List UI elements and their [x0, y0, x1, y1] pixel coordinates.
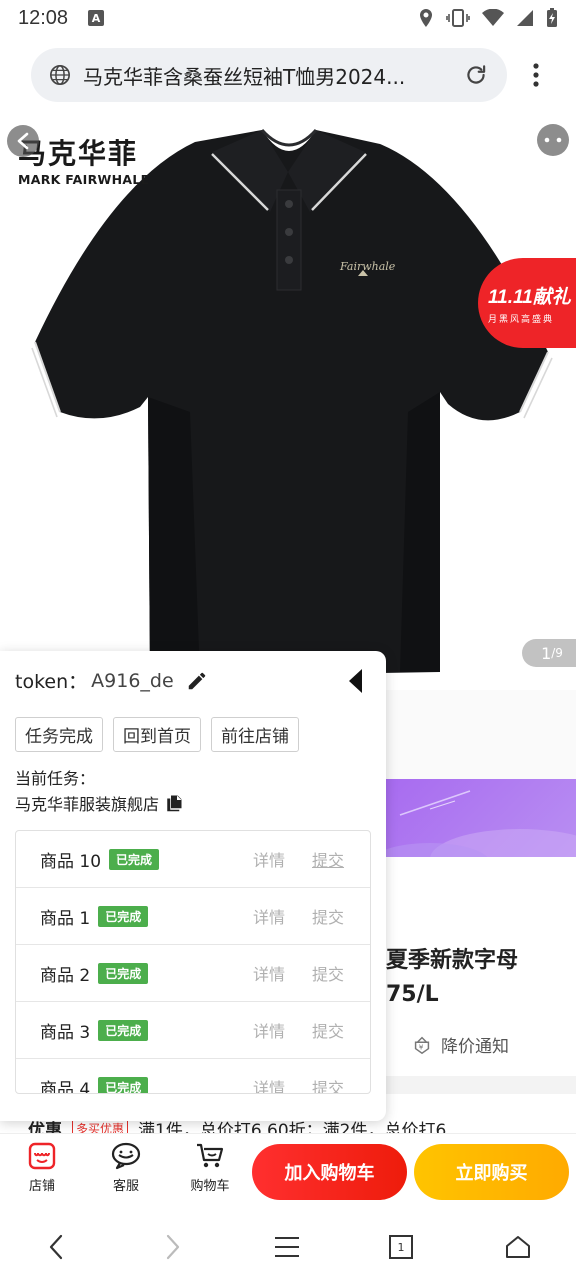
a-icon: A — [88, 10, 105, 26]
nav-tabs-button[interactable]: 1 — [381, 1230, 421, 1264]
current-task-label: 当前任务： — [15, 769, 96, 788]
svg-text:Fairwhale: Fairwhale — [339, 260, 396, 273]
go-to-store-button[interactable]: 前往店铺 — [211, 717, 299, 752]
task-list: 商品 10 已完成 详情 提交 商品 1 已完成 详情 提交 商品 2 已完成 … — [15, 830, 371, 1094]
reload-icon[interactable] — [463, 62, 489, 88]
app-root: 12:08 A 马克华菲含桑蚕丝短袖T恤男2024... Fairwhale 马… — [0, 0, 576, 1280]
promo-subtitle: 月黑风高盛典 — [488, 314, 555, 325]
back-arrow-icon — [49, 1234, 63, 1260]
task-detail-link[interactable]: 详情 — [253, 961, 285, 985]
svg-text:¥: ¥ — [419, 1042, 424, 1051]
panel-button-row: 任务完成 回到首页 前往店铺 — [15, 717, 299, 752]
service-label: 客服 — [112, 1179, 139, 1194]
product-title-partial: 夏季新款字母 75/L — [386, 944, 518, 1012]
menu-icon — [275, 1237, 299, 1257]
polo-shirt-image: Fairwhale — [31, 128, 553, 677]
add-to-cart-button[interactable]: 加入购物车 — [252, 1144, 407, 1200]
task-status-badge: 已完成 — [109, 848, 160, 870]
copy-icon[interactable] — [165, 794, 183, 812]
token-row: token： A916_de — [15, 667, 208, 694]
back-home-button[interactable]: 回到首页 — [113, 717, 201, 752]
task-status-badge: 已完成 — [98, 905, 149, 927]
token-value: A916_de — [91, 669, 174, 692]
more-vertical-icon[interactable] — [527, 60, 545, 90]
wifi-icon — [482, 9, 504, 26]
more-horizontal-icon — [544, 137, 562, 143]
cart-button[interactable]: 购物车 — [180, 1142, 240, 1194]
task-item-name: 商品 4 — [40, 1079, 91, 1094]
task-detail-link[interactable]: 详情 — [253, 904, 285, 928]
task-detail-link[interactable]: 详情 — [253, 847, 285, 871]
status-icons — [418, 8, 558, 28]
cart-icon — [197, 1143, 224, 1168]
browser-nav-bar: 1 — [0, 1214, 576, 1280]
image-counter: 1/9 — [522, 639, 576, 667]
task-item-name: 商品 10 — [40, 851, 102, 872]
nav-back-button[interactable] — [36, 1230, 76, 1264]
price-notice-label: 降价通知 — [441, 1037, 509, 1057]
product-title-line2: 75/L — [386, 982, 439, 1007]
task-submit-link[interactable]: 提交 — [312, 904, 344, 928]
price-notice-button[interactable]: ¥ 降价通知 — [411, 1032, 509, 1057]
task-status-badge: 已完成 — [98, 1076, 149, 1093]
current-task-value: 马克华菲服装旗舰店 — [15, 791, 183, 815]
location-icon — [420, 9, 432, 27]
promo-badge[interactable]: 11.11献礼 月黑风高盛典 — [478, 258, 576, 348]
signal-icon — [517, 10, 533, 26]
brand-name-en: MARK FAIRWHALE — [18, 172, 150, 187]
tab-count: 1 — [397, 1240, 405, 1254]
task-item: 商品 1 已完成 详情 提交 — [16, 888, 370, 945]
action-bar: 店铺 客服 购物车 加入购物车 立即购买 — [0, 1133, 576, 1209]
shop-label: 店铺 — [28, 1179, 55, 1194]
url-text[interactable]: 马克华菲含桑蚕丝短袖T恤男2024... — [83, 61, 463, 90]
task-item: 商品 4 已完成 详情 提交 — [16, 1059, 370, 1094]
buy-now-button[interactable]: 立即购买 — [414, 1144, 569, 1200]
status-bar: 12:08 A — [0, 0, 576, 36]
task-submit-link[interactable]: 提交 — [312, 847, 344, 871]
edit-icon[interactable] — [186, 670, 208, 692]
shop-icon — [28, 1142, 56, 1170]
battery-icon — [547, 8, 557, 27]
nav-forward-button[interactable] — [153, 1230, 193, 1264]
customer-service-button[interactable]: 客服 — [96, 1142, 156, 1194]
task-detail-link[interactable]: 详情 — [253, 1075, 285, 1093]
task-submit-link[interactable]: 提交 — [312, 1075, 344, 1093]
promo-title: 11.11献礼 — [488, 286, 571, 308]
task-item: 商品 10 已完成 详情 提交 — [16, 831, 370, 888]
url-bar[interactable]: 马克华菲含桑蚕丝短袖T恤男2024... — [31, 48, 507, 102]
task-status-badge: 已完成 — [98, 1019, 149, 1041]
task-submit-link[interactable]: 提交 — [312, 961, 344, 985]
forward-arrow-icon — [166, 1234, 180, 1260]
task-item-name: 商品 3 — [40, 1022, 91, 1043]
task-item: 商品 2 已完成 详情 提交 — [16, 945, 370, 1002]
vibrate-icon — [446, 9, 470, 27]
nav-home-button[interactable] — [498, 1230, 538, 1264]
status-time: 12:08 — [18, 6, 69, 29]
task-status-badge: 已完成 — [98, 962, 149, 984]
chat-icon — [111, 1142, 141, 1170]
task-item-name: 商品 1 — [40, 908, 91, 929]
shop-button[interactable]: 店铺 — [12, 1142, 72, 1194]
globe-icon — [50, 65, 70, 85]
image-counter-total: /9 — [551, 646, 563, 660]
cart-label: 购物车 — [190, 1179, 230, 1194]
task-item-name: 商品 2 — [40, 965, 91, 986]
task-submit-link[interactable]: 提交 — [312, 1018, 344, 1042]
more-button[interactable] — [537, 124, 569, 156]
token-label: token： — [15, 671, 88, 693]
nav-menu-button[interactable] — [267, 1230, 307, 1264]
product-image[interactable]: Fairwhale — [0, 112, 576, 692]
task-detail-link[interactable]: 详情 — [253, 1018, 285, 1042]
home-icon — [506, 1236, 530, 1258]
product-title-line1: 夏季新款字母 — [386, 948, 519, 973]
price-bell-icon: ¥ — [414, 1036, 430, 1054]
back-button[interactable] — [7, 125, 39, 157]
task-item: 商品 3 已完成 详情 提交 — [16, 1002, 370, 1059]
chevron-left-icon — [17, 132, 29, 150]
task-complete-button[interactable]: 任务完成 — [15, 717, 103, 752]
collapse-panel-icon[interactable] — [346, 667, 366, 695]
task-panel: token： A916_de 任务完成 回到首页 前往店铺 当前任务： 马克华菲… — [0, 651, 386, 1121]
image-counter-current: 1 — [541, 643, 552, 663]
current-task-store-name: 马克华菲服装旗舰店 — [15, 795, 160, 814]
